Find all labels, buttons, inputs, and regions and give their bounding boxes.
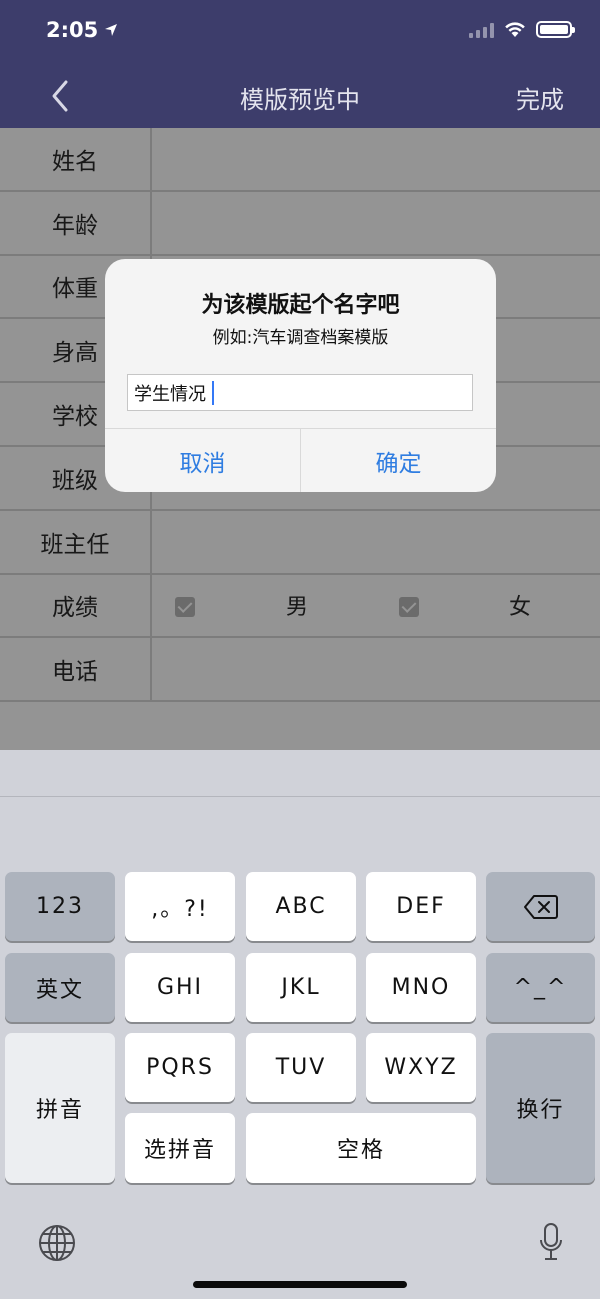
keyboard	[0, 750, 600, 1299]
key-emoticon[interactable]: ^_^	[486, 953, 595, 1022]
key-space[interactable]: 空格	[246, 1113, 476, 1183]
key-punctuation[interactable]: ,。?!	[125, 872, 235, 941]
key-abc[interactable]: ABC	[246, 872, 356, 941]
input-value: 学生情况	[134, 383, 206, 405]
navigation-bar: 2:05 模版预览中 完成	[0, 0, 600, 128]
key-def[interactable]: DEF	[366, 872, 476, 941]
key-pinyin[interactable]: 拼音	[5, 1033, 115, 1183]
key-newline[interactable]: 换行	[486, 1033, 595, 1183]
key-tuv[interactable]: TUV	[246, 1033, 356, 1102]
battery-icon	[536, 21, 575, 38]
text-caret	[212, 380, 214, 405]
done-button[interactable]: 完成	[516, 80, 564, 115]
key-pqrs[interactable]: PQRS	[125, 1033, 235, 1102]
page-title: 模版预览中	[240, 86, 360, 114]
key-ghi[interactable]: GHI	[125, 953, 235, 1022]
confirm-button[interactable]: 确定	[300, 429, 496, 492]
key-123[interactable]: 123	[5, 872, 115, 941]
dialog-message: 例如:汽车调查档案模版	[212, 328, 389, 348]
cancel-button[interactable]: 取消	[105, 429, 300, 492]
key-english[interactable]: 英文	[5, 953, 115, 1022]
home-indicator	[193, 1281, 407, 1288]
dialog-buttons: 取消 确定	[105, 428, 496, 492]
delete-icon	[523, 894, 558, 919]
template-name-input[interactable]: 学生情况	[127, 374, 473, 411]
candidate-bar	[0, 750, 600, 797]
key-select-pinyin[interactable]: 选拼音	[125, 1113, 235, 1183]
wifi-icon	[505, 22, 525, 37]
status-time: 2:05	[46, 18, 99, 42]
delete-key[interactable]	[486, 872, 595, 941]
globe-icon[interactable]	[38, 1224, 76, 1262]
microphone-icon[interactable]	[540, 1222, 562, 1262]
location-arrow-icon	[105, 24, 117, 36]
signal-icon	[469, 22, 494, 38]
dialog-title: 为该模版起个名字吧	[201, 293, 400, 318]
status-indicators	[469, 21, 575, 38]
key-jkl[interactable]: JKL	[246, 953, 356, 1022]
key-wxyz[interactable]: WXYZ	[366, 1033, 476, 1102]
key-mno[interactable]: MNO	[366, 953, 476, 1022]
name-template-dialog: 为该模版起个名字吧 例如:汽车调查档案模版 学生情况 取消 确定	[105, 259, 496, 492]
